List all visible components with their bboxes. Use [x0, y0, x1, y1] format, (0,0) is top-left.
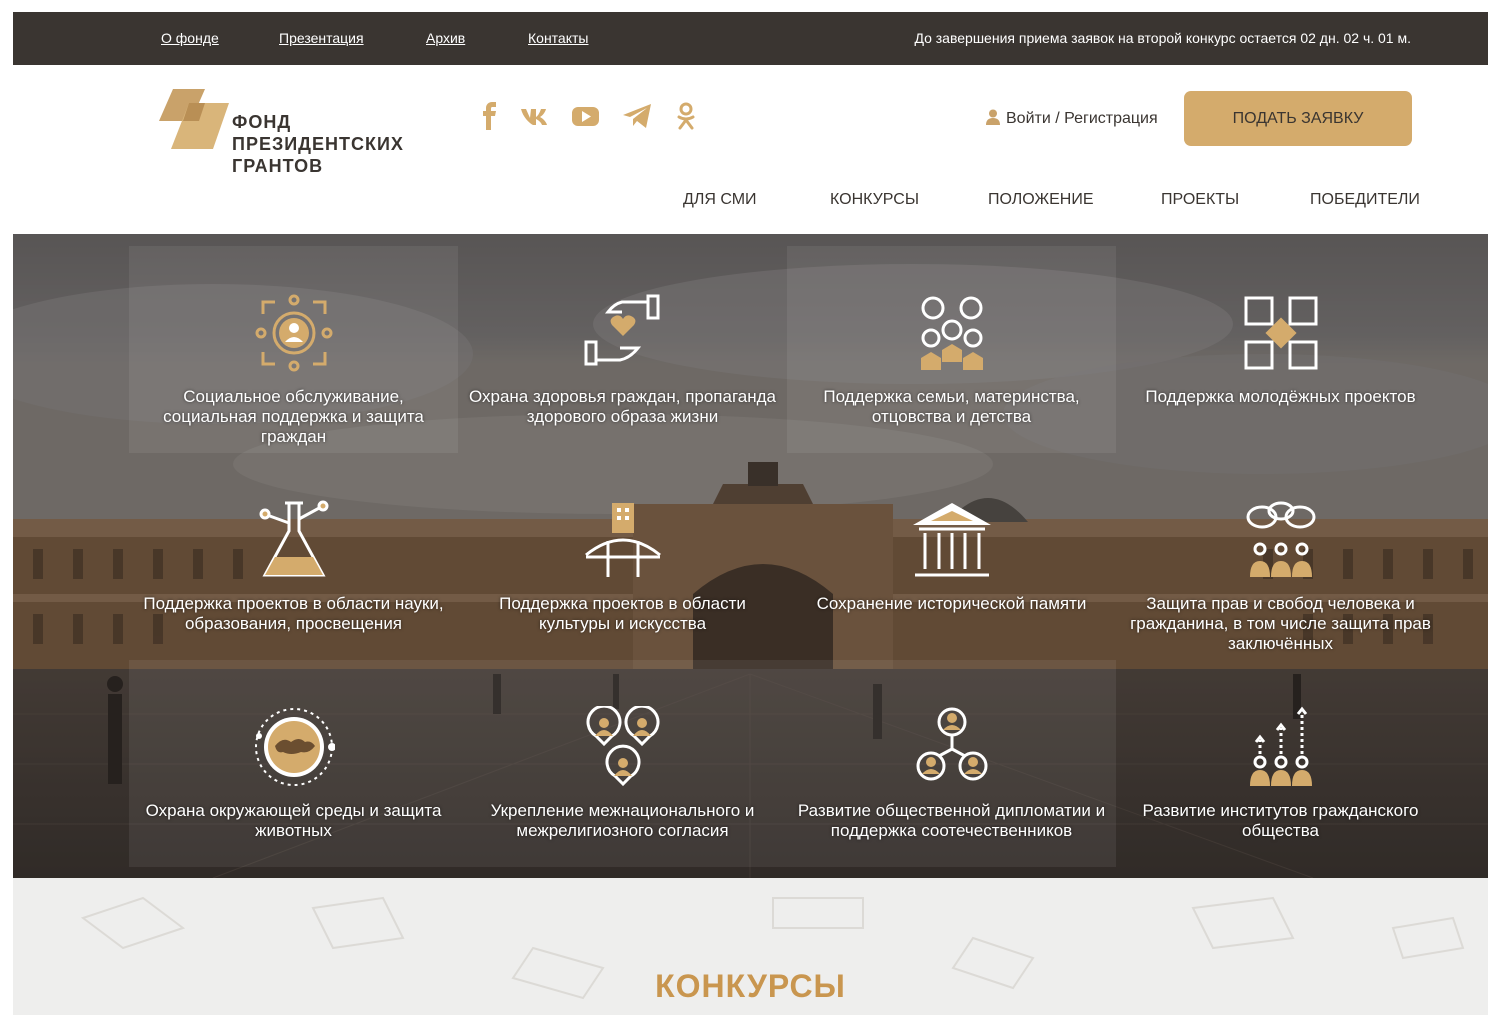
grant-tile-culture[interactable]: Поддержка проектов в области культуры и …: [458, 453, 787, 660]
culture-icon: [585, 503, 661, 577]
deadline-countdown: До завершения приема заявок на второй ко…: [914, 30, 1411, 46]
section-title: КОНКУРСЫ: [655, 968, 846, 1004]
logo[interactable]: ФОНД ПРЕЗИДЕНТСКИХ ГРАНТОВ: [159, 87, 419, 177]
logo-text: ФОНД ПРЕЗИДЕНТСКИХ ГРАНТОВ: [232, 112, 404, 176]
youtube-icon[interactable]: [571, 101, 601, 131]
page-frame: О фонде Презентация Архив Контакты До за…: [13, 12, 1488, 1015]
grant-tile-health[interactable]: Охрана здоровья граждан, пропаганда здор…: [458, 246, 787, 453]
civil-society-icon: [1250, 706, 1312, 786]
family-icon: [921, 296, 983, 370]
grant-label: Охрана окружающей среды и защита животны…: [145, 801, 442, 840]
link-contacts[interactable]: Контакты: [528, 30, 588, 46]
diplomacy-icon: [916, 707, 988, 781]
grant-label: Охрана здоровья граждан, пропаганда здор…: [468, 387, 777, 426]
grant-tile-diplomacy[interactable]: Развитие общественной дипломатии и подде…: [787, 660, 1116, 867]
nav-contests[interactable]: КОНКУРСЫ: [830, 191, 919, 209]
main-nav: ДЛЯ СМИ КОНКУРСЫ ПОЛОЖЕНИЕ ПРОЕКТЫ ПОБЕД…: [13, 191, 1488, 213]
login-link[interactable]: Войти / Регистрация: [986, 109, 1158, 130]
grant-label: Поддержка проектов в области науки, обра…: [143, 594, 444, 633]
login-label: Войти / Регистрация: [1006, 110, 1158, 127]
nav-media[interactable]: ДЛЯ СМИ: [683, 191, 757, 209]
grant-directions-hero: Социальное обслуживание, социальная подд…: [13, 234, 1488, 878]
telegram-icon[interactable]: [621, 101, 651, 131]
apply-button[interactable]: ПОДАТЬ ЗАЯВКУ: [1184, 91, 1412, 146]
grant-tile-science[interactable]: Поддержка проектов в области науки, обра…: [129, 453, 458, 660]
grant-label: Поддержка проектов в области культуры и …: [499, 594, 746, 633]
grant-tile-interethnic[interactable]: Укрепление межнационального и межрелигио…: [458, 660, 787, 867]
grant-label: Укрепление межнационального и межрелигио…: [490, 801, 755, 840]
grant-tile-history[interactable]: Сохранение исторической памяти: [787, 453, 1116, 660]
grant-tile-social[interactable]: Социальное обслуживание, социальная подд…: [129, 246, 458, 453]
link-about[interactable]: О фонде: [161, 30, 219, 46]
nav-projects[interactable]: ПРОЕКТЫ: [1161, 191, 1239, 209]
top-bar: О фонде Презентация Архив Контакты До за…: [13, 12, 1488, 65]
logo-mark-icon: [159, 89, 229, 149]
grant-label: Социальное обслуживание, социальная подд…: [163, 387, 424, 446]
grant-tile-family[interactable]: Поддержка семьи, материнства, отцовства …: [787, 246, 1116, 453]
environment-icon: [255, 708, 335, 786]
grant-label: Развитие институтов гражданского обществ…: [1142, 801, 1419, 840]
rights-icon: [1246, 501, 1316, 577]
facebook-icon[interactable]: [475, 101, 505, 131]
interethnic-icon: [586, 706, 660, 787]
history-icon: [913, 503, 991, 577]
link-presentation[interactable]: Презентация: [279, 30, 364, 46]
nav-winners[interactable]: ПОБЕДИТЕЛИ: [1310, 191, 1420, 209]
social-service-icon: [255, 294, 333, 372]
grant-label: Поддержка семьи, материнства, отцовства …: [823, 387, 1080, 426]
grant-tile-civil-society[interactable]: Развитие институтов гражданского обществ…: [1116, 660, 1445, 867]
link-archive[interactable]: Архив: [426, 30, 465, 46]
health-icon: [584, 294, 660, 366]
odnoklassniki-icon[interactable]: [671, 101, 701, 131]
grant-tile-environment[interactable]: Охрана окружающей среды и защита животны…: [129, 660, 458, 867]
grant-tile-youth[interactable]: Поддержка молодёжных проектов: [1116, 246, 1445, 453]
grant-tile-rights[interactable]: Защита прав и свобод человека и граждани…: [1116, 453, 1445, 660]
grant-label: Развитие общественной дипломатии и подде…: [797, 801, 1106, 840]
nav-regulations[interactable]: ПОЛОЖЕНИЕ: [988, 191, 1094, 209]
grant-label: Сохранение исторической памяти: [816, 594, 1087, 613]
grant-label: Защита прав и свобод человека и граждани…: [1130, 594, 1431, 653]
science-icon: [259, 500, 329, 577]
grant-label: Поддержка молодёжных проектов: [1145, 387, 1416, 406]
contests-section: КОНКУРСЫ: [13, 878, 1488, 1015]
youth-icon: [1244, 296, 1318, 370]
site-header: ФОНД ПРЕЗИДЕНТСКИХ ГРАНТОВ Войти / Регис…: [13, 65, 1488, 235]
user-icon: [986, 109, 1000, 130]
vk-icon[interactable]: [519, 101, 549, 131]
